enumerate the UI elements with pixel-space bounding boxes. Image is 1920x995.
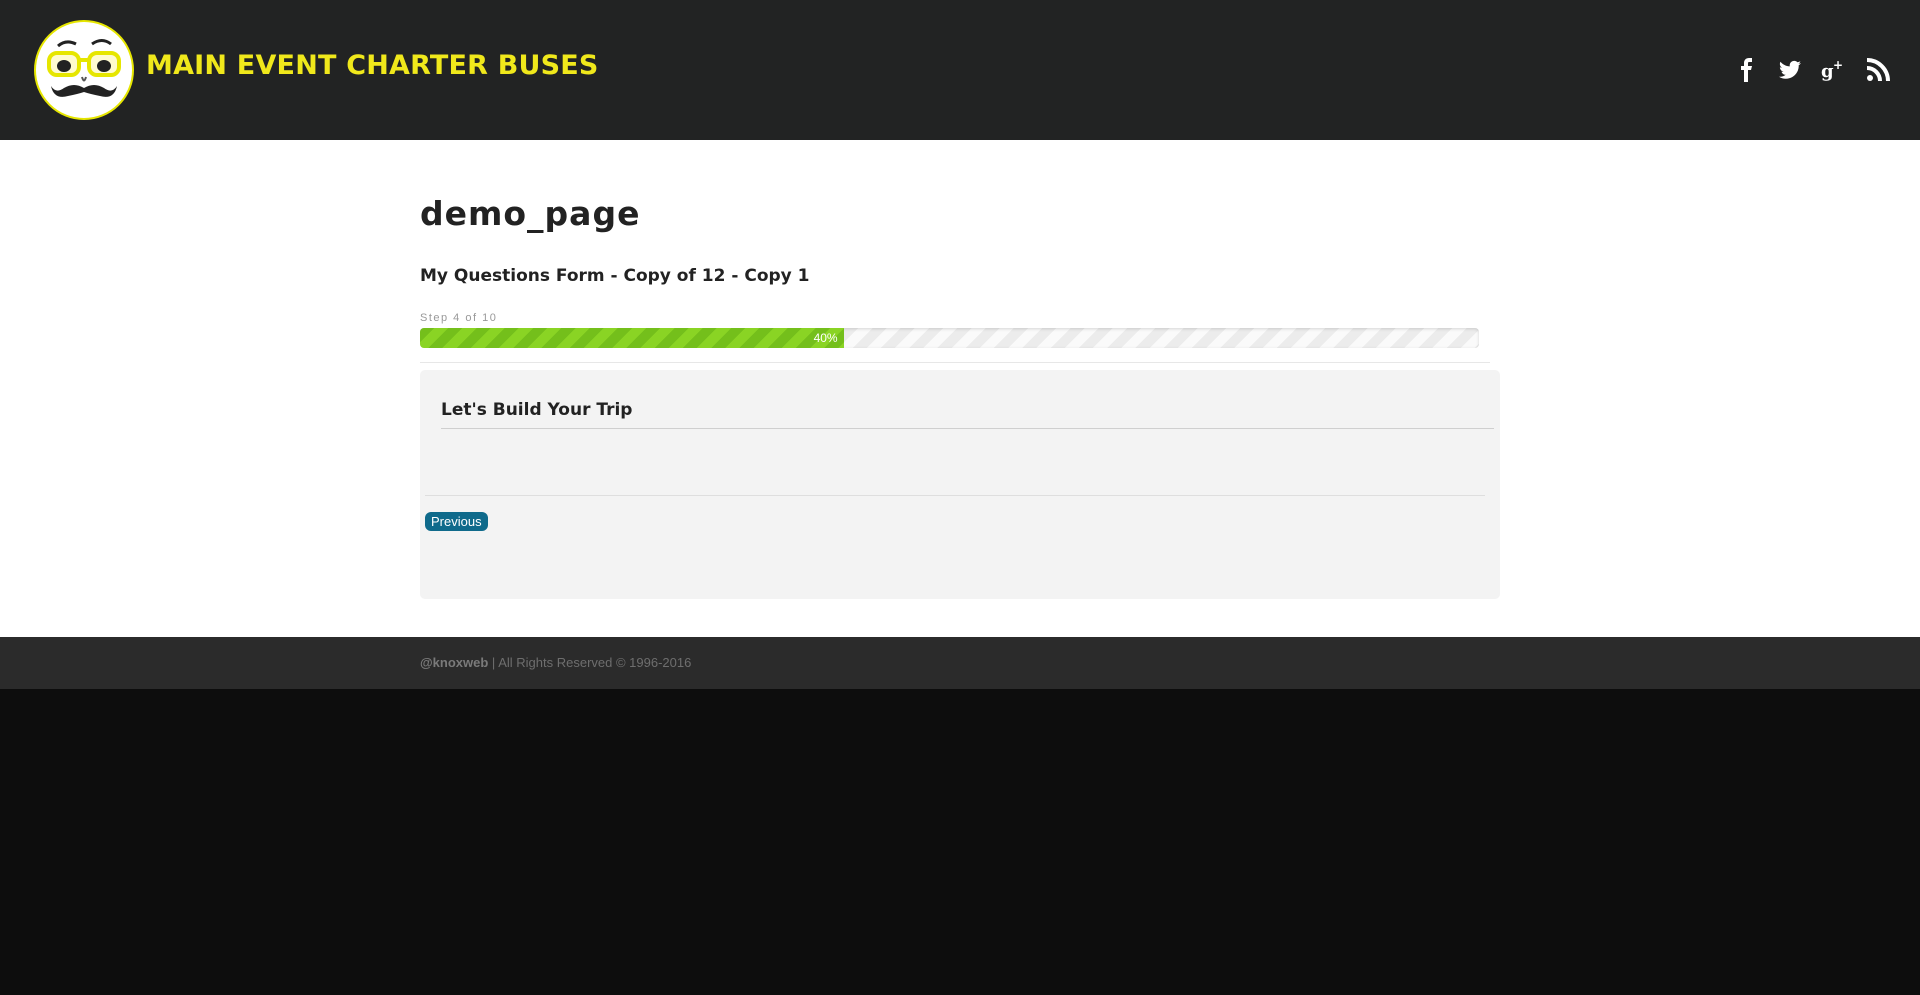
section-heading: Let's Build Your Trip	[441, 400, 633, 420]
rss-icon[interactable]	[1864, 56, 1892, 84]
mustache-glasses-icon	[47, 39, 121, 97]
page-title: demo_page	[420, 194, 641, 233]
footer-rights: | All Rights Reserved © 1996-2016	[488, 655, 692, 670]
progress-bar: 40%	[420, 328, 1479, 348]
twitter-icon[interactable]	[1776, 56, 1804, 84]
progress-percent: 40%	[813, 331, 838, 345]
site-header: MAIN EVENT CHARTER BUSES g +	[0, 0, 1920, 140]
form-panel: Let's Build Your Trip Previous	[420, 370, 1500, 599]
step-label: Step 4 of 10	[420, 312, 498, 324]
facebook-icon[interactable]	[1733, 56, 1761, 84]
footer-divider	[425, 495, 1485, 496]
main-content: demo_page My Questions Form - Copy of 12…	[0, 140, 1920, 637]
logo[interactable]	[34, 20, 134, 120]
google-plus-icon[interactable]: g +	[1819, 56, 1847, 84]
svg-text:+: +	[1833, 58, 1843, 72]
footer-handle-link[interactable]: @knoxweb	[420, 655, 488, 670]
copyright: @knoxweb | All Rights Reserved © 1996-20…	[420, 655, 691, 670]
site-footer: @knoxweb | All Rights Reserved © 1996-20…	[0, 637, 1920, 689]
heading-divider	[441, 428, 1494, 429]
progress-fill: 40%	[420, 328, 844, 348]
brand-name[interactable]: MAIN EVENT CHARTER BUSES	[146, 50, 599, 81]
form-title: My Questions Form - Copy of 12 - Copy 1	[420, 266, 810, 286]
previous-button[interactable]: Previous	[425, 512, 488, 531]
divider	[420, 362, 1490, 363]
